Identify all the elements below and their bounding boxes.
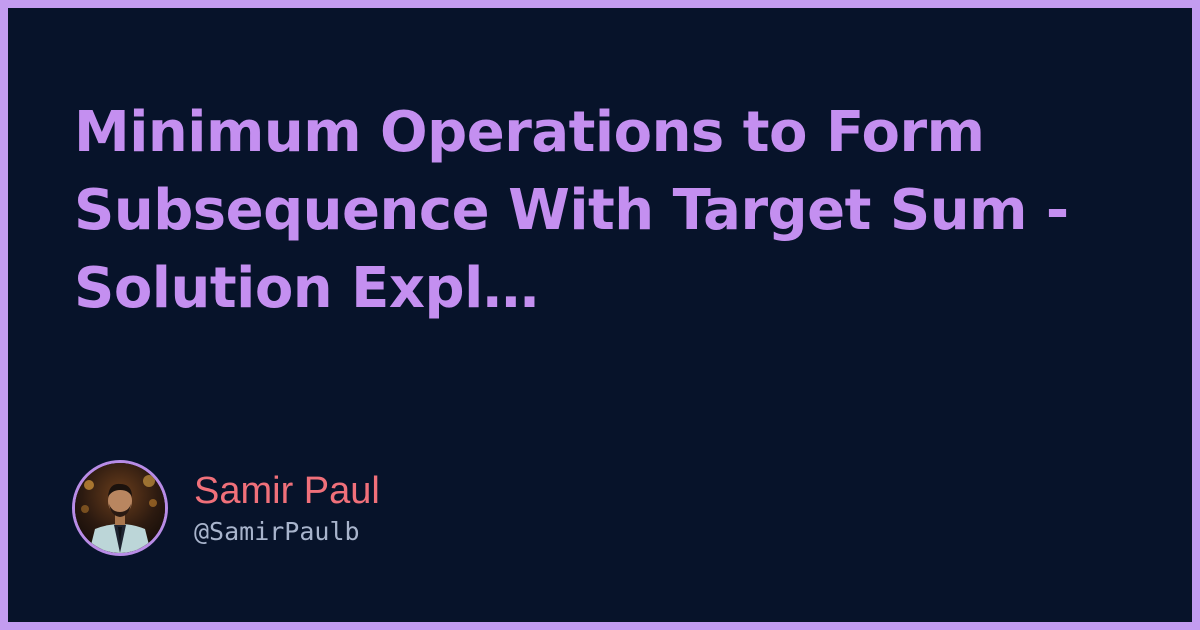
author-meta: Samir Paul @SamirPaulb	[194, 469, 380, 547]
avatar-photo	[75, 463, 165, 553]
author-handle: @SamirPaulb	[194, 517, 360, 546]
author-avatar	[72, 460, 168, 556]
post-title: Minimum Operations to Form Subsequence W…	[74, 100, 1069, 321]
og-card: Minimum Operations to Form Subsequence W…	[8, 8, 1192, 622]
author-block: Samir Paul @SamirPaulb	[72, 458, 380, 558]
author-name: Samir Paul	[194, 470, 380, 512]
